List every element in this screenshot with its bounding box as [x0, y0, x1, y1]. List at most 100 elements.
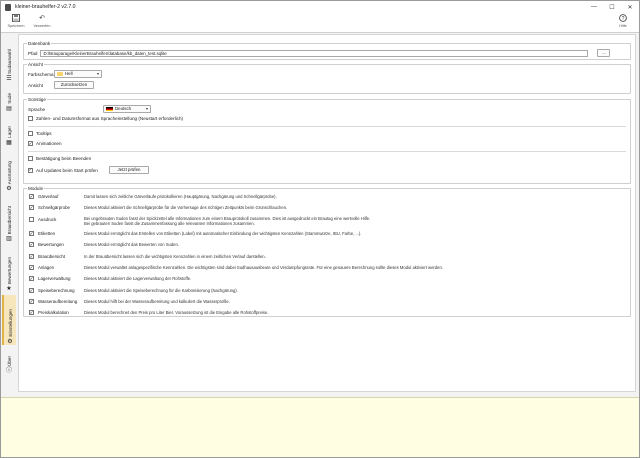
- sidebar-tab-brauuebersicht[interactable]: ▥ Brauübersicht: [2, 194, 16, 242]
- module-description-2: Bei gebrauten Suden fasst die Zusammenfa…: [84, 221, 255, 226]
- sidebar-tab-bewertungen[interactable]: ★ Bewertungen: [2, 244, 16, 292]
- animationen-label: Animationen: [36, 141, 62, 146]
- help-icon: ?: [611, 14, 635, 23]
- sidebar-tab-einstellungen[interactable]: ⚙ Einstellungen: [2, 295, 16, 345]
- divider: [28, 151, 626, 152]
- settings-panel: Datenbank Pfad D:/Brauparage/KleinerBrau…: [18, 34, 636, 392]
- module-description: Dieses Modul hilft bei der Wasseraufbere…: [84, 298, 230, 304]
- app-window: kleiner-brauhelfer-2 v2.7.0 — ☐ ✕ Speich…: [0, 0, 640, 458]
- sonstige-legend: Sonstige: [28, 97, 46, 102]
- book-icon: ▤: [6, 106, 12, 112]
- pfad-field[interactable]: D:/Brauparage/KleinerBrauhelfer/database…: [40, 49, 589, 57]
- module-description: Dieses Modul ermöglicht das Erstellen vo…: [84, 230, 362, 236]
- maximize-button[interactable]: ☐: [603, 1, 621, 13]
- animationen-checkbox[interactable]: ✓: [28, 141, 33, 146]
- wasseraufbereitung-checkbox[interactable]: ✓: [29, 299, 34, 304]
- ausdruck-checkbox[interactable]: [29, 217, 34, 222]
- module-description: Dieses Modul berechnet den Preis pro Lit…: [84, 309, 269, 315]
- zahlenformat-checkbox-row[interactable]: Zahlen- und Datumsformat aus Spracheinst…: [28, 116, 183, 121]
- sprache-select[interactable]: Deutsch ▾: [103, 105, 151, 113]
- module-description: Dieses Modul verwaltet anlagespezifische…: [84, 264, 443, 270]
- datenbank-group: Datenbank Pfad D:/Brauparage/KleinerBrau…: [23, 41, 631, 60]
- ansicht-legend: Ansicht: [28, 62, 44, 67]
- farbschema-select[interactable]: Hell ▾: [54, 70, 102, 78]
- tooltips-checkbox-row[interactable]: Tooltips: [28, 131, 52, 136]
- module-name: Brauübersicht: [38, 254, 66, 259]
- pfad-label: Pfad: [28, 50, 38, 56]
- module-name: Schnellgärprobe: [38, 205, 70, 210]
- sidebar-tab-lager[interactable]: ▦ Lager: [2, 114, 16, 146]
- module-name: Lagerverwaltung: [38, 276, 71, 281]
- bestaetigung-checkbox[interactable]: [28, 156, 33, 161]
- chevron-down-icon: ▾: [96, 71, 99, 76]
- undo-icon: ↶: [39, 15, 45, 22]
- message-panel: [1, 397, 639, 457]
- etiketten-checkbox[interactable]: ✓: [29, 231, 34, 236]
- module-name: Wasseraufbereitung: [38, 299, 78, 304]
- module-description: Dieses Modul aktiviert die Lagerverwaltu…: [84, 275, 192, 281]
- sidebar-tab-sude[interactable]: ▤ Sude: [2, 84, 16, 112]
- app-icon: [5, 3, 11, 11]
- help-label: Hilfe: [619, 24, 627, 28]
- tooltips-label: Tooltips: [36, 131, 52, 136]
- discard-label: Verwerfen: [33, 24, 51, 28]
- bewertungen-checkbox[interactable]: ✓: [29, 242, 34, 247]
- browse-button[interactable]: ...: [597, 49, 611, 57]
- module-description: In der Brauübersicht lassen sich die wic…: [84, 253, 266, 259]
- module-description: Damit lassen sich zeitliche Gärverläufe …: [84, 193, 277, 199]
- schnellgaerprobe-checkbox[interactable]: ✓: [29, 205, 34, 210]
- module-group: Module ✓ Gärverlauf Damit lassen sich ze…: [23, 186, 631, 317]
- farbschema-label: Farbschema: [28, 71, 54, 77]
- bestaetigung-checkbox-row[interactable]: Bestätigung beim Beenden: [28, 156, 91, 161]
- discard-button[interactable]: ↶ Verwerfen: [29, 14, 55, 31]
- gaerverlauf-checkbox[interactable]: ✓: [29, 194, 34, 199]
- lagerverwaltung-checkbox[interactable]: ✓: [29, 276, 34, 281]
- save-label: Speichern: [7, 24, 25, 28]
- window-title: kleiner-brauhelfer-2 v2.7.0: [15, 4, 76, 10]
- module-name: Anlagen: [38, 265, 55, 270]
- svg-text:?: ?: [622, 16, 625, 22]
- zahlenformat-checkbox[interactable]: [28, 116, 33, 121]
- sidebar-tab-ueber[interactable]: ⓘ Über: [2, 348, 16, 374]
- module-name: Gärverlauf: [38, 194, 59, 199]
- title-bar: kleiner-brauhelfer-2 v2.7.0 — ☐ ✕: [1, 1, 639, 13]
- window-controls: — ☐ ✕: [585, 1, 639, 13]
- zahlenformat-label: Zahlen- und Datumsformat aus Spracheinst…: [36, 116, 184, 121]
- save-icon: [3, 14, 29, 23]
- module-description: Dieses Modul aktiviert die Speiseberechn…: [84, 287, 238, 293]
- star-icon: ★: [6, 286, 12, 292]
- updates-checkbox-row[interactable]: ✓ Auf Updates beim Start prüfen Jetzt pr…: [28, 166, 149, 174]
- close-button[interactable]: ✕: [621, 1, 639, 13]
- brauuebersicht-checkbox[interactable]: ✓: [29, 254, 34, 259]
- equipment-icon: ⚙: [6, 186, 12, 192]
- toolbar: Speichern ↶ Verwerfen ? Hilfe: [1, 13, 639, 33]
- reset-button[interactable]: Zurücksetzen: [54, 81, 94, 89]
- minimize-button[interactable]: —: [585, 1, 603, 13]
- tooltips-checkbox[interactable]: [28, 131, 33, 136]
- color-scheme-icon: [57, 72, 63, 76]
- preiskalkulation-checkbox[interactable]: ✓: [29, 310, 34, 315]
- check-updates-button[interactable]: Jetzt prüfen: [109, 166, 149, 174]
- updates-checkbox[interactable]: ✓: [28, 167, 33, 173]
- ansicht-group: Ansicht Farbschema Hell ▾ Ansicht Zurück…: [23, 62, 631, 94]
- module-legend: Module: [28, 186, 44, 191]
- module-name: Preiskalkulation: [38, 310, 69, 315]
- ansicht-label: Ansicht: [28, 82, 44, 88]
- module-name: Bewertungen: [38, 242, 64, 247]
- help-button[interactable]: ? Hilfe: [611, 14, 635, 31]
- animationen-checkbox-row[interactable]: ✓ Animationen: [28, 141, 62, 146]
- chart-icon: ▥: [6, 236, 12, 242]
- farbschema-value: Hell: [65, 71, 73, 76]
- list-icon: ☰: [6, 76, 12, 82]
- sidebar-tab-sudauswahl[interactable]: ☰ Sudauswahl: [2, 37, 16, 82]
- save-button[interactable]: Speichern: [3, 14, 29, 31]
- divider: [28, 126, 626, 127]
- module-name: Speiseberechnung: [38, 288, 75, 293]
- module-description: Dieses Modul ermöglicht das Bewerten von…: [84, 241, 179, 247]
- sidebar: ☰ Sudauswahl ▤ Sude ▦ Lager ⚙ Ausrüstung…: [1, 34, 17, 426]
- speiseberechnung-checkbox[interactable]: ✓: [29, 288, 34, 293]
- bestaetigung-label: Bestätigung beim Beenden: [36, 156, 92, 161]
- german-flag-icon: [106, 106, 113, 112]
- anlagen-checkbox[interactable]: ✓: [29, 265, 34, 270]
- sidebar-tab-ausruestung[interactable]: ⚙ Ausrüstung: [2, 148, 16, 192]
